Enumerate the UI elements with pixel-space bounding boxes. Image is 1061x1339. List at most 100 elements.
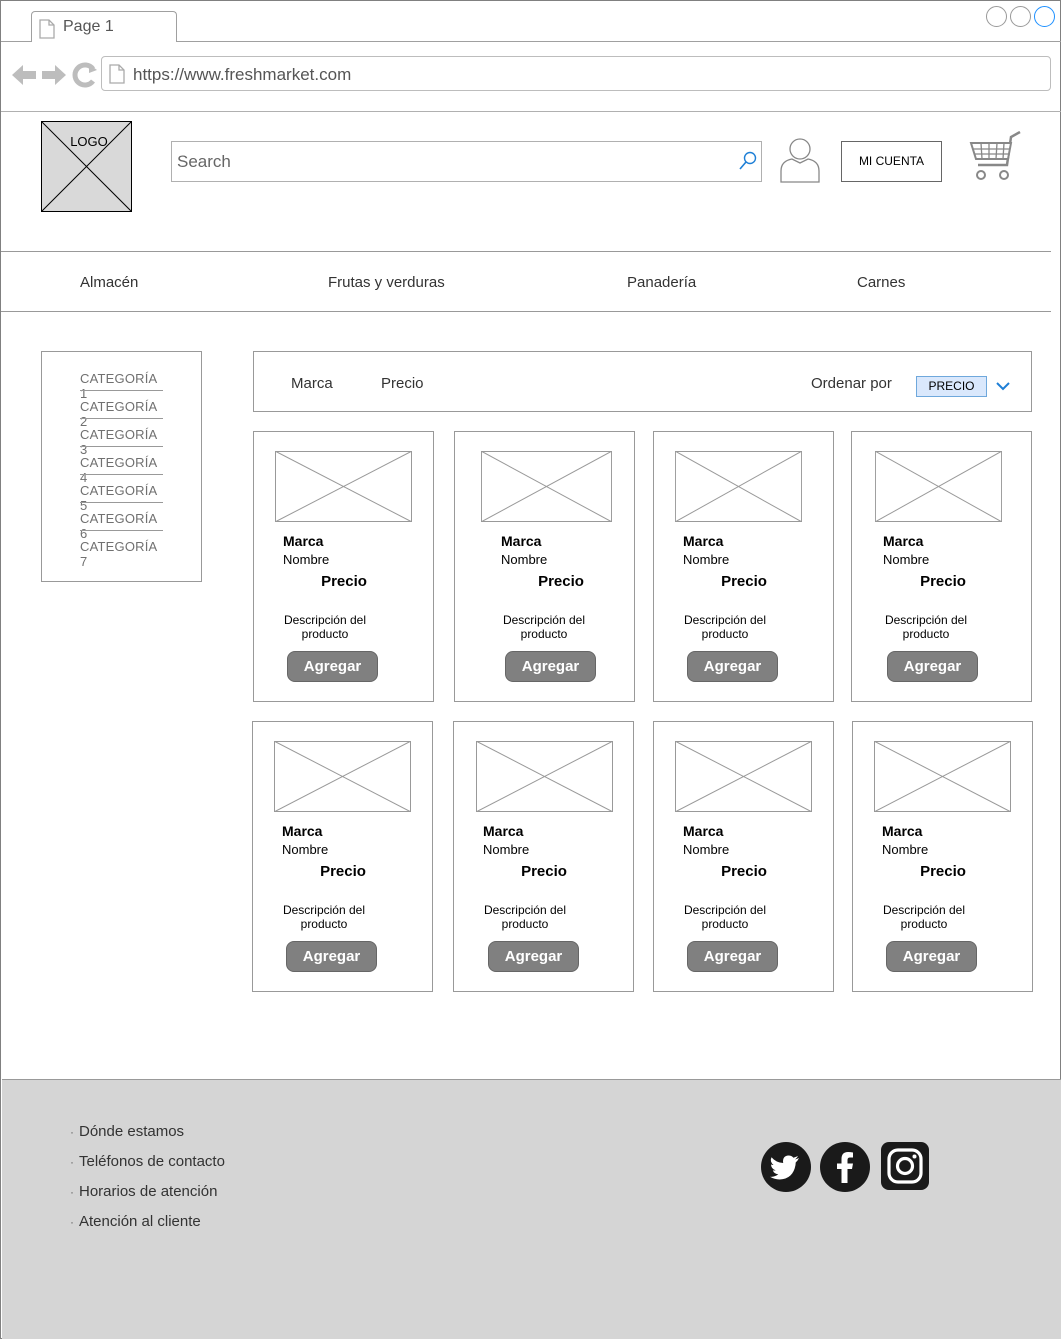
add-to-cart-button[interactable]: Agregar — [505, 651, 596, 682]
window-button-1[interactable] — [986, 6, 1007, 27]
add-to-cart-button[interactable]: Agregar — [287, 651, 378, 682]
browser-window: Page 1 https://www.freshmarket.com LOGO — [0, 0, 1061, 1339]
product-price: Precio — [321, 573, 367, 590]
add-to-cart-button[interactable]: Agregar — [488, 941, 579, 972]
product-image-placeholder[interactable] — [481, 451, 612, 522]
footer-link-telefonos[interactable]: · Teléfonos de contacto — [70, 1153, 225, 1170]
product-description: Descripción del producto — [494, 613, 594, 641]
nav-item-carnes[interactable]: Carnes — [857, 274, 905, 291]
search-input[interactable] — [171, 141, 762, 182]
product-description: Descripción del producto — [675, 903, 775, 931]
back-arrow-icon[interactable] — [12, 65, 36, 85]
footer-link-atencion[interactable]: · Atención al cliente — [70, 1213, 201, 1230]
product-image-placeholder[interactable] — [675, 741, 812, 812]
window-button-2[interactable] — [1010, 6, 1031, 27]
product-card: Marca Nombre Precio Descripción del prod… — [653, 431, 834, 702]
sidebar-item-categoria-6[interactable]: CATEGORÍA 6 — [80, 511, 163, 541]
chrome-divider — [1, 111, 1061, 112]
product-image-placeholder[interactable] — [874, 741, 1011, 812]
product-card: Marca Nombre Precio Descripción del prod… — [852, 721, 1033, 992]
add-to-cart-button[interactable]: Agregar — [687, 941, 778, 972]
user-icon[interactable] — [780, 137, 820, 183]
address-bar[interactable]: https://www.freshmarket.com — [101, 56, 1051, 91]
sidebar-item-categoria-5[interactable]: CATEGORÍA 5 — [80, 483, 163, 513]
sidebar-item-categoria-7[interactable]: CATEGORÍA 7 — [80, 539, 163, 569]
add-to-cart-button[interactable]: Agregar — [886, 941, 977, 972]
product-description-line: producto — [501, 917, 549, 931]
nav-item-frutas-y-verduras[interactable]: Frutas y verduras — [328, 274, 445, 291]
logo-placeholder[interactable]: LOGO — [41, 121, 132, 212]
sidebar-item-categoria-3[interactable]: CATEGORÍA 3 — [80, 427, 163, 457]
product-card: Marca Nombre Precio Descripción del prod… — [653, 721, 834, 992]
sidebar-divider — [80, 502, 163, 503]
forward-arrow-icon[interactable] — [42, 65, 66, 85]
product-image-placeholder[interactable] — [476, 741, 613, 812]
footer-link-label: Teléfonos de contacto — [79, 1153, 225, 1170]
product-card: Marca Nombre Precio Descripción del prod… — [252, 721, 433, 992]
sidebar-item-categoria-4[interactable]: CATEGORÍA 4 — [80, 455, 163, 485]
product-image-placeholder[interactable] — [675, 451, 802, 522]
sidebar-divider — [80, 446, 163, 447]
header-divider — [1, 251, 1051, 252]
product-brand: Marca — [501, 533, 542, 549]
product-description-line: producto — [300, 917, 348, 931]
shopping-cart-icon[interactable] — [969, 131, 1023, 183]
product-description-line: Descripción del — [283, 613, 367, 627]
add-to-cart-button[interactable]: Agregar — [887, 651, 978, 682]
sort-label: Ordenar por — [811, 375, 892, 392]
add-to-cart-button[interactable]: Agregar — [286, 941, 377, 972]
product-description-line: Descripción del — [882, 903, 966, 917]
product-price: Precio — [320, 863, 366, 880]
product-description-line: producto — [301, 627, 349, 641]
twitter-icon[interactable] — [760, 1141, 812, 1193]
bullet-icon: · — [70, 1185, 74, 1199]
instagram-icon[interactable] — [880, 1141, 930, 1191]
product-image-placeholder[interactable] — [274, 741, 411, 812]
sort-select[interactable]: PRECIO — [916, 376, 987, 397]
window-button-3[interactable] — [1034, 6, 1055, 27]
product-name: Nombre — [883, 552, 930, 567]
product-description: Descripción del producto — [675, 613, 775, 641]
product-card: Marca Nombre Precio Descripción del prod… — [851, 431, 1032, 702]
footer-link-horarios[interactable]: · Horarios de atención — [70, 1183, 217, 1200]
product-price: Precio — [920, 573, 966, 590]
sidebar-divider — [80, 474, 163, 475]
tab-label: Page 1 — [63, 18, 114, 35]
product-price: Precio — [721, 573, 767, 590]
product-description-line: Descripción del — [884, 613, 968, 627]
filter-bar: Marca Precio Ordenar por PRECIO — [253, 351, 1032, 412]
product-description: Descripción del producto — [274, 903, 374, 931]
add-to-cart-button[interactable]: Agregar — [687, 651, 778, 682]
product-name: Nombre — [282, 842, 329, 857]
reload-icon[interactable] — [72, 62, 97, 88]
product-image-placeholder[interactable] — [275, 451, 412, 522]
product-description-line: Descripción del — [483, 903, 567, 917]
bullet-icon: · — [70, 1125, 74, 1139]
product-description: Descripción del producto — [874, 903, 974, 931]
search-icon[interactable] — [739, 151, 757, 171]
page-icon — [109, 64, 125, 84]
sidebar-item-categoria-2[interactable]: CATEGORÍA 2 — [80, 399, 163, 429]
product-name: Nombre — [501, 552, 548, 567]
footer-link-donde-estamos[interactable]: · Dónde estamos — [70, 1123, 184, 1140]
browser-tab[interactable]: Page 1 — [31, 11, 177, 42]
product-description-line: Descripción del — [683, 613, 767, 627]
sidebar-item-categoria-1[interactable]: CATEGORÍA 1 — [80, 371, 163, 401]
product-description-line: producto — [900, 917, 948, 931]
nav-divider — [1, 311, 1051, 312]
chevron-down-icon[interactable] — [996, 381, 1010, 391]
footer-link-label: Atención al cliente — [79, 1213, 201, 1230]
my-account-button[interactable]: MI CUENTA — [841, 141, 942, 182]
product-name: Nombre — [683, 552, 730, 567]
facebook-icon[interactable] — [819, 1141, 871, 1193]
product-brand: Marca — [282, 823, 323, 839]
product-image-placeholder[interactable] — [875, 451, 1002, 522]
sidebar-divider — [80, 418, 163, 419]
product-description: Descripción del producto — [876, 613, 976, 641]
product-price: Precio — [721, 863, 767, 880]
filter-price[interactable]: Precio — [381, 375, 424, 392]
nav-item-almacen[interactable]: Almacén — [80, 274, 138, 291]
filter-brand[interactable]: Marca — [291, 375, 333, 392]
footer — [2, 1079, 1061, 1339]
nav-item-panaderia[interactable]: Panadería — [627, 274, 696, 291]
